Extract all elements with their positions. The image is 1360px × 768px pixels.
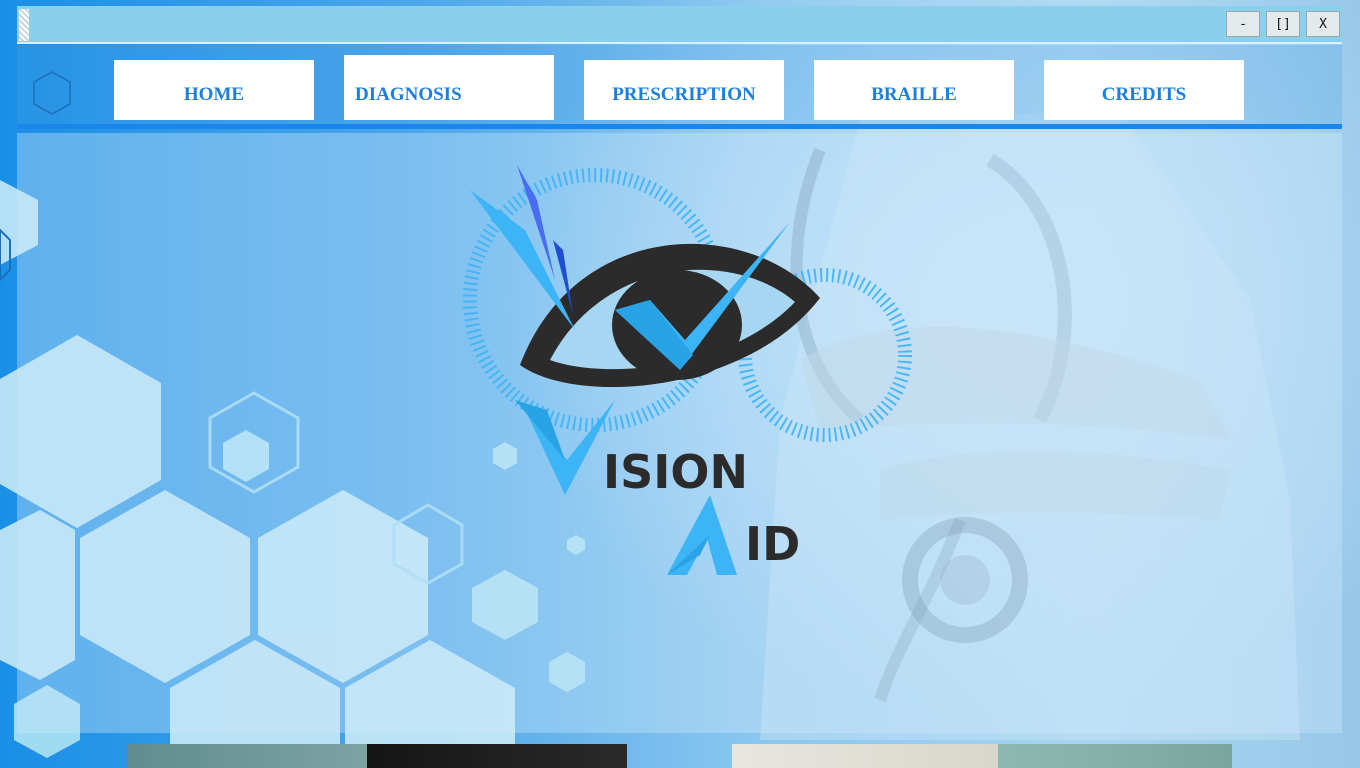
window-titlebar[interactable]: - [] X xyxy=(17,6,1342,44)
nav-divider xyxy=(17,124,1342,129)
thumbnail-image[interactable] xyxy=(732,744,998,768)
thumbnail-image[interactable] xyxy=(127,744,367,768)
nav-braille-button[interactable]: BRAILLE xyxy=(814,60,1014,120)
minimize-button[interactable]: - xyxy=(1226,11,1260,37)
thumbnail-image[interactable] xyxy=(367,744,627,768)
nav-credits-button[interactable]: CREDITS xyxy=(1044,60,1244,120)
nav-prescription-button[interactable]: PRESCRIPTION xyxy=(584,60,784,120)
close-button[interactable]: X xyxy=(1306,11,1340,37)
logo-word-aid: ID xyxy=(745,517,800,571)
nav-diagnosis-button[interactable]: DIAGNOSIS xyxy=(344,55,554,120)
drag-grip-icon[interactable] xyxy=(19,9,29,41)
maximize-button[interactable]: [] xyxy=(1266,11,1300,37)
nav-home-button[interactable]: HOME xyxy=(114,60,314,120)
logo-word-vision: ISION xyxy=(603,445,748,499)
thumbnail-image[interactable] xyxy=(998,744,1232,768)
vision-aid-logo: ISION ID xyxy=(463,165,912,575)
hexagon-icon xyxy=(33,71,71,115)
